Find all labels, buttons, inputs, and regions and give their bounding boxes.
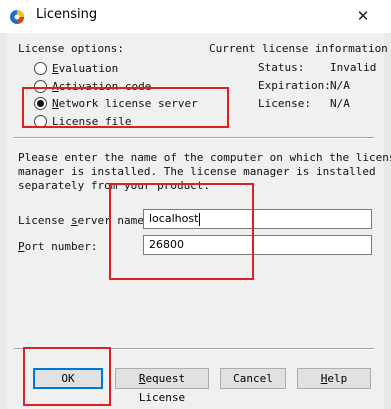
window-frame-right bbox=[384, 33, 391, 409]
port-number-label: Port number: bbox=[18, 240, 98, 253]
radio-license-file-label[interactable]: License file bbox=[52, 115, 131, 128]
separator-top bbox=[14, 137, 374, 139]
status-value: Invalid bbox=[330, 61, 377, 74]
license-server-name-label: License server name: bbox=[18, 214, 151, 227]
radio-activation-code[interactable] bbox=[34, 80, 47, 93]
window-title: Licensing bbox=[36, 7, 98, 22]
request-license-button[interactable]: Request License bbox=[115, 368, 209, 404]
title-bar: Licensing ✕ bbox=[0, 0, 391, 33]
instructions-text: Please enter the name of the computer on… bbox=[18, 151, 391, 192]
license-value: N/A bbox=[330, 97, 350, 110]
window-frame-left bbox=[0, 33, 7, 409]
radio-activation-code-label[interactable]: Activation code bbox=[52, 80, 151, 93]
status-label: Status: bbox=[258, 61, 305, 74]
expiration-value: N/A bbox=[330, 79, 350, 92]
license-options-heading: License options: bbox=[18, 42, 124, 55]
radio-network-license-server[interactable] bbox=[34, 97, 47, 110]
ok-button[interactable]: OK bbox=[33, 368, 103, 389]
current-license-heading: Current license information bbox=[209, 42, 388, 55]
license-server-name-input[interactable]: localhost bbox=[143, 209, 372, 229]
help-button[interactable]: Help bbox=[297, 368, 371, 389]
port-number-value: 26800 bbox=[149, 238, 184, 251]
license-server-name-value: localhost bbox=[149, 212, 199, 225]
text-caret bbox=[199, 212, 201, 226]
license-label: License: bbox=[258, 97, 311, 110]
app-icon bbox=[10, 10, 24, 24]
radio-evaluation-label[interactable]: Evaluation bbox=[52, 62, 118, 75]
radio-license-file[interactable] bbox=[34, 115, 47, 128]
separator-bottom bbox=[14, 348, 374, 350]
expiration-label: Expiration: bbox=[258, 79, 331, 92]
cancel-button[interactable]: Cancel bbox=[220, 368, 286, 389]
radio-evaluation[interactable] bbox=[34, 62, 47, 75]
radio-network-license-server-label[interactable]: Network license server bbox=[52, 97, 198, 110]
port-number-input[interactable]: 26800 bbox=[143, 235, 372, 255]
close-icon[interactable]: ✕ bbox=[352, 6, 374, 26]
